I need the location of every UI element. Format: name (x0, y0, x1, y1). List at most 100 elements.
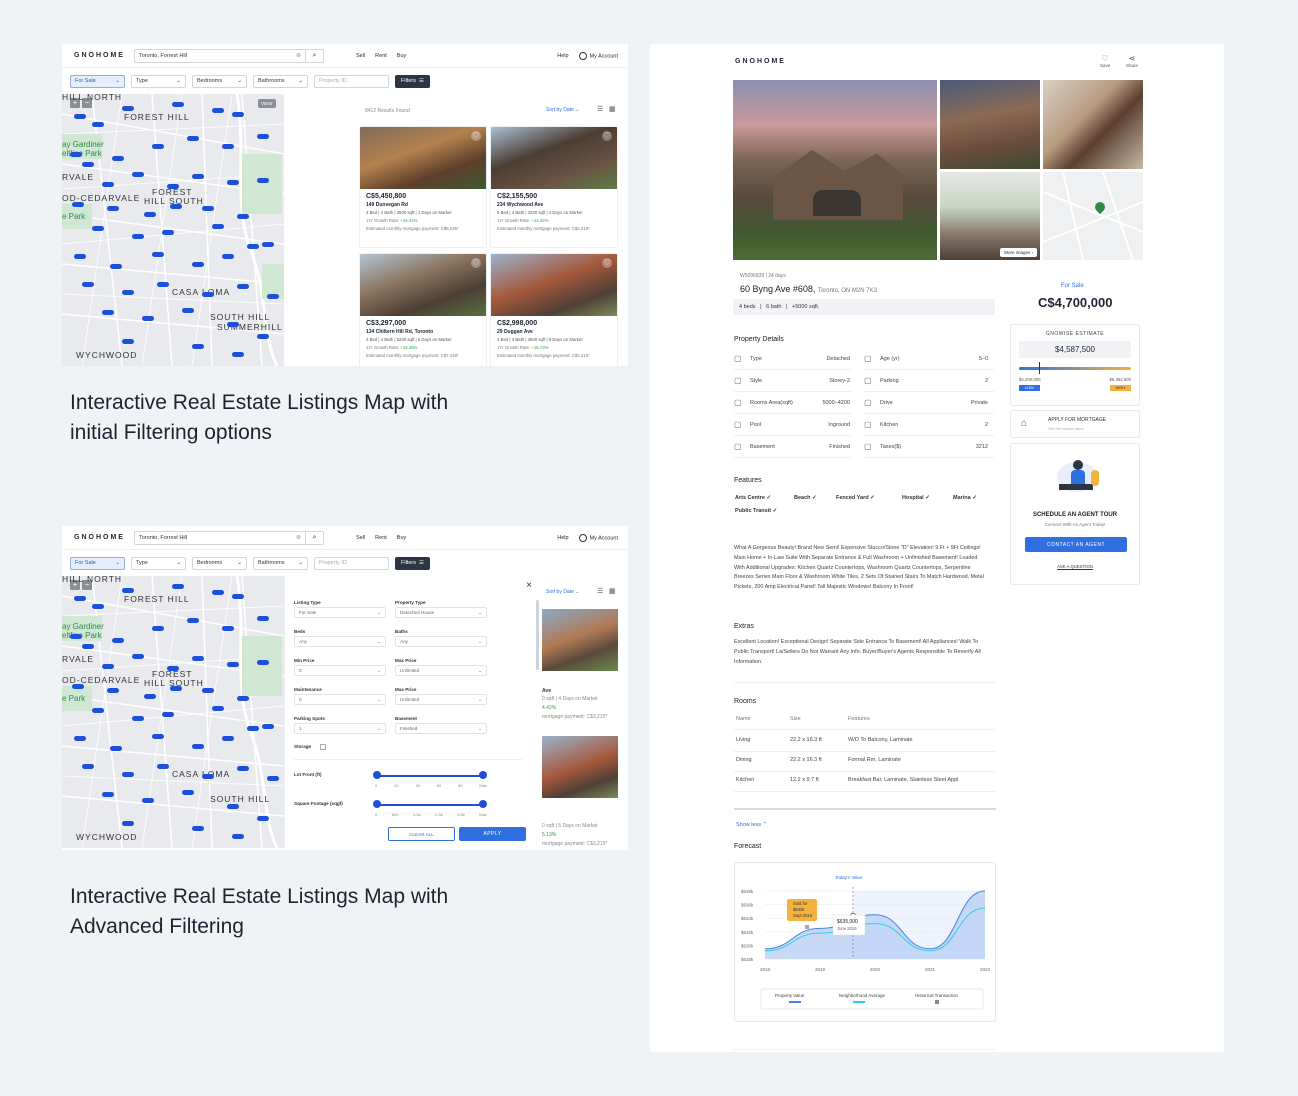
map-pin[interactable] (237, 214, 249, 219)
more-images-button[interactable]: More images › (1000, 248, 1037, 257)
map-pin[interactable] (212, 706, 224, 711)
listing-photo[interactable]: ♡ (491, 254, 617, 316)
map-pin[interactable] (187, 136, 199, 141)
mini-map[interactable] (1042, 171, 1144, 261)
help-link[interactable]: Help (557, 53, 568, 59)
map-pin[interactable] (232, 352, 244, 357)
map-pin[interactable] (122, 106, 134, 111)
map-pin[interactable] (107, 688, 119, 693)
map-pin[interactable] (262, 242, 274, 247)
map-pin[interactable] (227, 322, 239, 327)
filter-select[interactable]: Unlimited ⌄ (395, 665, 487, 676)
map-pin[interactable] (70, 152, 82, 157)
sqft-slider[interactable] (377, 804, 483, 806)
map-pin[interactable] (192, 744, 204, 749)
search-input[interactable]: Toronto, Forrest Hill ⊗ ⌕ (134, 48, 324, 63)
map-pin[interactable] (122, 339, 134, 344)
map-pin[interactable] (132, 654, 144, 659)
listing-card[interactable]: ♡ C$5,450,800 149 Dunvegan Rd 4 Bed | 4 Bat… (359, 126, 487, 248)
map-pin[interactable] (237, 766, 249, 771)
sort-select[interactable]: Sort by Date ⌄ (546, 107, 579, 113)
lot-front-slider[interactable] (377, 775, 483, 777)
map-pin[interactable] (257, 134, 269, 139)
map-pin[interactable] (227, 180, 239, 185)
map[interactable]: +− HILL NORTH FOREST HILL ay Gardiner el… (62, 576, 284, 848)
type-select[interactable]: Type ⌄ (131, 74, 186, 88)
map-pin[interactable] (152, 734, 164, 739)
map-pin[interactable] (74, 114, 86, 119)
map-pin[interactable] (232, 834, 244, 839)
map-pin[interactable] (132, 172, 144, 177)
contact-agent-button[interactable]: CONTACT AN AGENT (1025, 537, 1127, 552)
map-pin[interactable] (110, 746, 122, 751)
map-pin[interactable] (122, 821, 134, 826)
listing-card[interactable]: ♡ C$2,998,000 29 Duggan Ave 4 Bed | 3 Bath … (490, 253, 618, 366)
share-button[interactable]: ⋖ Share (1126, 54, 1138, 68)
clear-icon[interactable]: ⊗ (296, 534, 301, 541)
map-pin[interactable] (102, 310, 114, 315)
listing-card[interactable]: ♡ C$2,155,500 234 Wychwood Ave 5 Bed | 4 Ba… (490, 126, 618, 248)
map-pin[interactable] (257, 616, 269, 621)
slider-handle[interactable] (373, 771, 381, 779)
map-pin[interactable] (122, 588, 134, 593)
map-pin[interactable] (157, 282, 169, 287)
account-link[interactable]: My Account (578, 51, 618, 60)
sort-select[interactable]: Sort by Date ⌄ (546, 589, 579, 595)
map-pin[interactable] (162, 712, 174, 717)
map[interactable]: + − VIEW HILL NORTH FOREST HILL ay Gardin… (62, 94, 284, 366)
map-pin[interactable] (122, 772, 134, 777)
ask-question-link[interactable]: ASK A QUESTION (1011, 564, 1139, 569)
map-pin[interactable] (247, 244, 259, 249)
list-view-icon[interactable]: ☰ (597, 587, 603, 595)
map-pin[interactable] (74, 254, 86, 259)
map-pin[interactable] (202, 206, 214, 211)
mortgage-card[interactable]: ⌂ APPLY FOR MORTGAGE Get the lowest rate… (1010, 410, 1140, 438)
listing-photo[interactable] (542, 736, 618, 798)
map-pin[interactable] (267, 294, 279, 299)
for-sale-select[interactable]: For Sale ⌄ (70, 556, 125, 570)
account-link[interactable]: My Account (578, 533, 618, 542)
map-pin[interactable] (187, 618, 199, 623)
gallery-photo[interactable] (940, 80, 1040, 169)
filters-button[interactable]: Filters ☰ (395, 556, 430, 570)
map-pin[interactable] (257, 660, 269, 665)
map-pin[interactable] (82, 282, 94, 287)
map-pin[interactable] (227, 662, 239, 667)
map-pin[interactable] (202, 292, 214, 297)
map-pin[interactable] (162, 230, 174, 235)
map-pin[interactable] (222, 736, 234, 741)
map-pin[interactable] (132, 234, 144, 239)
filter-select[interactable]: Any ⌄ (294, 636, 386, 647)
map-pin[interactable] (82, 644, 94, 649)
map-pin[interactable] (92, 604, 104, 609)
map-pin[interactable] (70, 634, 82, 639)
map-pin[interactable] (257, 334, 269, 339)
slider-handle[interactable] (479, 771, 487, 779)
map-pin[interactable] (212, 108, 224, 113)
map-pin[interactable] (107, 206, 119, 211)
map-pin[interactable] (144, 694, 156, 699)
map-pin[interactable] (212, 224, 224, 229)
map-pin[interactable] (102, 182, 114, 187)
map-pin[interactable] (74, 736, 86, 741)
help-link[interactable]: Help (557, 535, 568, 541)
slider-handle[interactable] (479, 800, 487, 808)
property-id-input[interactable]: Property ID (314, 74, 389, 88)
map-pin[interactable] (92, 226, 104, 231)
filter-select[interactable]: 1 ⌄ (294, 723, 386, 734)
map-pin[interactable] (202, 688, 214, 693)
scrollbar[interactable] (536, 600, 539, 670)
map-pin[interactable] (222, 254, 234, 259)
property-id-input[interactable]: Property ID (314, 556, 389, 570)
apply-button[interactable]: APPLY (459, 827, 526, 841)
listing-photo[interactable]: ♡ (360, 254, 486, 316)
search-icon[interactable]: ⌕ (305, 530, 323, 545)
map-pin[interactable] (110, 264, 122, 269)
map-pin[interactable] (182, 308, 194, 313)
main-photo[interactable] (733, 80, 937, 260)
bathrooms-select[interactable]: Bathrooms ⌄ (253, 556, 308, 570)
map-pin[interactable] (157, 764, 169, 769)
map-pin[interactable] (202, 774, 214, 779)
close-icon[interactable]: × (526, 580, 532, 591)
gallery-photo[interactable] (1043, 80, 1143, 169)
